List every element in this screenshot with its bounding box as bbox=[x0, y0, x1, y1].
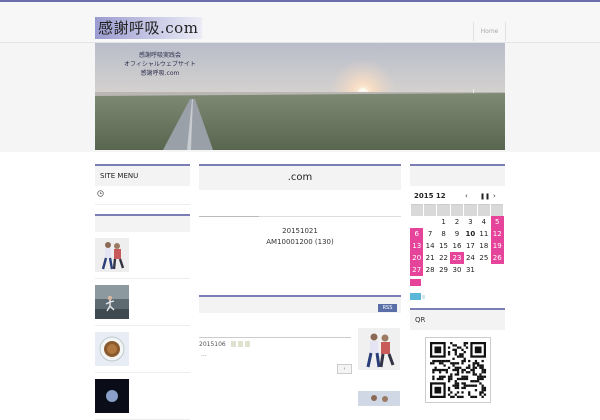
earth-night-thumbnail[interactable] bbox=[95, 379, 129, 413]
sidebar-thumb-item[interactable] bbox=[95, 232, 190, 279]
info-text: 20151021 AM10001200 (130) bbox=[199, 226, 401, 248]
calendar-day[interactable]: 19 bbox=[490, 240, 504, 252]
calendar-day[interactable]: 4 bbox=[477, 216, 490, 228]
calendar-next-button[interactable]: › bbox=[493, 189, 496, 204]
site-header: 感謝呼吸.com Home bbox=[0, 2, 600, 43]
entry-thumbnail-2[interactable] bbox=[358, 391, 400, 406]
news-section-heading: RSS bbox=[199, 295, 401, 313]
calendar-day[interactable]: 26 bbox=[490, 252, 504, 264]
calendar-day[interactable]: 1 bbox=[437, 216, 450, 228]
entry-excerpt: ... bbox=[201, 351, 207, 358]
banner-line-3: 感謝呼吸.com bbox=[140, 70, 180, 77]
entry-tag bbox=[238, 341, 243, 347]
entry-thumbnail[interactable] bbox=[358, 328, 400, 370]
qr-code-image bbox=[425, 337, 491, 403]
entry-date: 2015106 bbox=[199, 341, 226, 348]
calendar-weekday-header bbox=[450, 204, 464, 216]
calendar-day[interactable]: 3 bbox=[464, 216, 477, 228]
qr-title: QR bbox=[415, 316, 426, 324]
info-time: AM10001200 (130) bbox=[266, 238, 334, 246]
event-legend-marker bbox=[422, 295, 425, 299]
calendar-day[interactable]: 8 bbox=[437, 228, 450, 240]
calendar-weekday-header bbox=[491, 204, 504, 216]
calendar-day[interactable]: 28 bbox=[423, 264, 436, 276]
calendar-weekday-header bbox=[437, 204, 450, 216]
calendar-day[interactable]: 27 bbox=[410, 264, 424, 276]
rss-button[interactable]: RSS bbox=[378, 304, 397, 312]
calendar-grid: 1 2 3 4 5 6 7 8 9 10 11 12 13 14 15 16 17 18 19 20 21 22 23 24 2… bbox=[410, 204, 504, 276]
site-menu-heading: SITE MENU bbox=[95, 164, 190, 186]
banner-line-2: オフィシャルウェブサイト bbox=[124, 61, 196, 68]
calendar-day[interactable]: 13 bbox=[410, 240, 424, 252]
calendar-day[interactable]: 21 bbox=[423, 252, 436, 264]
calendar-weekday-header bbox=[423, 204, 437, 216]
calendar-day[interactable]: 20 bbox=[410, 252, 424, 264]
page-title: .com bbox=[199, 164, 401, 190]
calendar-day[interactable]: 18 bbox=[477, 240, 490, 252]
calendar-day[interactable]: 2 bbox=[450, 216, 463, 228]
banner-line-1: 感謝呼吸実践会 bbox=[138, 52, 181, 59]
main-column: .com 20151021 AM10001200 (130) RSS 20151… bbox=[199, 164, 401, 406]
content-divider bbox=[199, 216, 401, 217]
calendar-day[interactable]: 10 bbox=[464, 228, 477, 240]
calendar-day[interactable]: 6 bbox=[410, 228, 424, 240]
calendar-weekday-header bbox=[410, 204, 423, 216]
calendar-day[interactable]: 22 bbox=[437, 252, 450, 264]
calendar-day[interactable]: 11 bbox=[477, 228, 490, 240]
calendar-day[interactable]: 9 bbox=[450, 228, 463, 240]
runner-thumbnail[interactable] bbox=[95, 285, 129, 319]
home-link[interactable]: Home bbox=[473, 22, 506, 41]
calendar-day[interactable]: 16 bbox=[450, 240, 463, 252]
calendar-weekday-header bbox=[477, 204, 491, 216]
calendar-prev-button[interactable]: ‹ bbox=[465, 189, 468, 204]
sidebar-thumb-item[interactable] bbox=[95, 279, 190, 326]
calendar-day[interactable]: 25 bbox=[477, 252, 490, 264]
site-logo[interactable]: 感謝呼吸.com bbox=[95, 17, 203, 39]
calendar-day[interactable]: 29 bbox=[437, 264, 450, 276]
right-sidebar: 2015 12 ‹ ❚❚ › 1 2 3 4 5 6 7 8 9 10 11 12 13 14 15 16 17… bbox=[410, 164, 505, 403]
main-banner: 感謝呼吸実践会 オフィシャルウェブサイト 感謝呼吸.com bbox=[95, 43, 505, 150]
event-legend-swatch bbox=[410, 293, 421, 300]
coffee-cup-thumbnail[interactable] bbox=[95, 332, 129, 366]
clock-icon bbox=[97, 190, 104, 197]
entry-separator bbox=[199, 337, 351, 338]
calendar-day[interactable]: 17 bbox=[464, 240, 477, 252]
calendar-day[interactable]: 23 bbox=[450, 252, 464, 264]
calendar-day[interactable]: 30 bbox=[450, 264, 463, 276]
calendar-empty-cell bbox=[423, 216, 436, 228]
site-menu-item[interactable] bbox=[95, 186, 190, 205]
calendar-weekday-header bbox=[464, 204, 477, 216]
calendar-month: 2015 12 bbox=[414, 192, 446, 200]
calendar-empty-cell bbox=[410, 216, 423, 228]
calendar-day[interactable]: 15 bbox=[437, 240, 450, 252]
sidebar-section-heading bbox=[95, 214, 190, 232]
calendar-pause-button[interactable]: ❚❚ bbox=[480, 189, 490, 204]
holiday-legend-swatch bbox=[410, 279, 421, 286]
qr-heading: QR bbox=[410, 308, 505, 330]
calendar-heading bbox=[410, 164, 505, 186]
calendar-day[interactable]: 5 bbox=[490, 216, 504, 228]
entry-tag bbox=[245, 341, 250, 347]
calendar-day[interactable]: 31 bbox=[464, 264, 477, 276]
sidebar-thumb-item[interactable] bbox=[95, 373, 190, 420]
calendar-empty-cell bbox=[477, 264, 490, 276]
calendar-empty-cell bbox=[491, 264, 504, 276]
walking-couple-thumbnail[interactable] bbox=[95, 238, 129, 272]
info-date: 20151021 bbox=[282, 227, 318, 235]
entry-tag bbox=[231, 341, 236, 347]
banner-caption: 感謝呼吸実践会 オフィシャルウェブサイト 感謝呼吸.com bbox=[95, 51, 225, 78]
calendar-day[interactable]: 24 bbox=[464, 252, 477, 264]
sidebar-thumb-item[interactable] bbox=[95, 326, 190, 373]
left-sidebar: SITE MENU bbox=[95, 164, 190, 420]
calendar-day[interactable]: 14 bbox=[423, 240, 436, 252]
calendar-day[interactable]: 12 bbox=[490, 228, 504, 240]
calendar-header: 2015 12 ‹ ❚❚ › bbox=[410, 189, 505, 204]
entry-next-button[interactable]: › bbox=[337, 364, 352, 374]
calendar-day[interactable]: 7 bbox=[423, 228, 436, 240]
